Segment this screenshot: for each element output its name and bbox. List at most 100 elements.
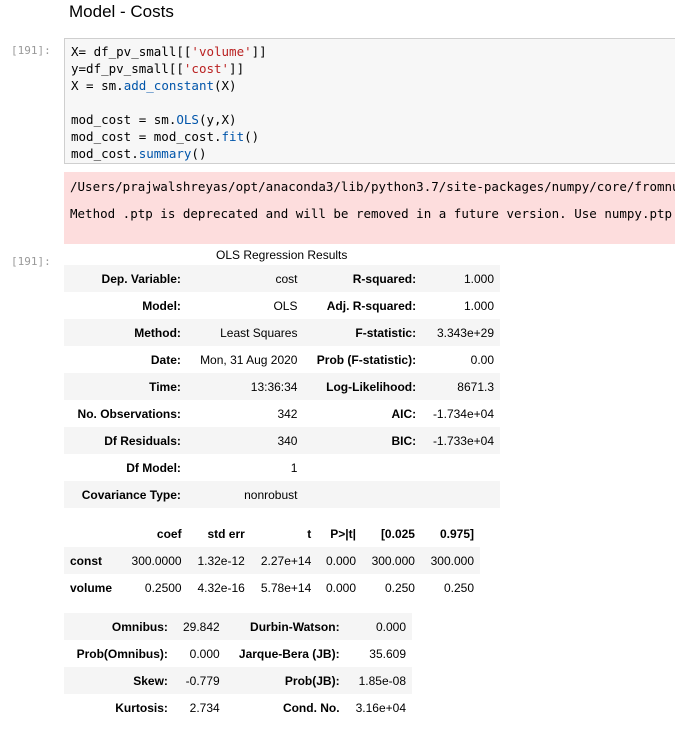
summary-bottom-cell: 3.16e+04 — [355, 700, 406, 715]
summary-top-cell — [422, 481, 500, 508]
summary-bottom-cell: Prob(JB): — [284, 673, 340, 688]
coefficients-cell: 300.0000 — [131, 553, 182, 568]
summary-top-cell: Prob (F-statistic): — [316, 352, 417, 367]
coefficients-cell: const — [70, 553, 103, 568]
coefficients-header-cell: P>|t| — [330, 526, 356, 541]
summary-top-cell: 1.000 — [463, 271, 494, 286]
warning-path: /Users/prajwalshreyas/opt/anaconda3/lib/… — [70, 179, 675, 194]
summary-top-cell — [303, 454, 422, 481]
summary-bottom-cell: Durbin-Watson: — [250, 619, 340, 634]
warning-message: Method .ptp is deprecated and will be re… — [70, 206, 675, 221]
code-line-4: mod_cost = sm.OLS(y,X) — [71, 112, 237, 127]
summary-top-row: Covariance Type: nonrobust — [64, 481, 500, 508]
coefficients-cell: 0.250 — [443, 580, 474, 595]
summary-top-cell: 340 — [277, 433, 298, 448]
coefficients-header-cell: std err — [207, 526, 245, 541]
summary-top-cell: BIC: — [391, 433, 417, 448]
coefficients-cell: volume — [70, 580, 113, 595]
summary-top-cell: nonrobust — [244, 487, 298, 502]
summary-top-cell: F-statistic: — [355, 325, 417, 340]
input-prompt: [191]: — [11, 44, 51, 57]
summary-top-cell: Mon, 31 Aug 2020 — [200, 352, 298, 367]
code-cell[interactable]: X= df_pv_small[['volume']] y=df_pv_small… — [64, 38, 675, 164]
warning-output: /Users/prajwalshreyas/opt/anaconda3/lib/… — [64, 172, 675, 244]
coefficients-cell: 1.32e-12 — [197, 553, 245, 568]
coefficients-row: const 300.0000 1.32e-12 2.27e+14 0.000 300.00… — [64, 547, 480, 574]
coefficients-row: volume 0.2500 4.32e-16 5.78e+14 0.000 0.250 0.… — [64, 574, 480, 601]
coefficients-cell: 0.000 — [325, 580, 356, 595]
summary-top-row: No. Observations: 342 AIC: -1.734e+04 — [64, 400, 500, 427]
summary-bottom-row: Kurtosis: 2.734 Cond. No. 3.16e+04 — [64, 694, 412, 721]
summary-top-cell: 3.343e+29 — [436, 325, 494, 340]
summary-bottom-row: Prob(Omnibus): 0.000 Jarque-Bera (JB): 35.6… — [64, 640, 412, 667]
summary-top-row: Date: Mon, 31 Aug 2020 Prob (F-statistic):… — [64, 346, 500, 373]
summary-bottom-cell: 35.609 — [369, 646, 406, 661]
summary-top-cell: 1 — [290, 460, 298, 475]
summary-bottom-cell: 1.85e-08 — [358, 673, 406, 688]
coefficients-cell: 0.250 — [384, 580, 415, 595]
summary-top-row: Method: Least Squares F-statistic: 3.343e+2… — [64, 319, 500, 346]
summary-top-cell: Method: — [134, 325, 181, 340]
coefficients-header-row: coef std err t P>|t| [0.025 0.975] — [64, 520, 480, 547]
coefficients-cell: 0.2500 — [144, 580, 182, 595]
summary-top-row: Df Residuals: 340 BIC: -1.733e+04 — [64, 427, 500, 454]
summary-bottom-cell: -0.779 — [185, 673, 220, 688]
summary-top-cell: cost — [275, 271, 298, 286]
summary-bottom-row: Skew: -0.779 Prob(JB): 1.85e-08 — [64, 667, 412, 694]
code-line-6: mod_cost.summary() — [71, 146, 207, 161]
summary-top-cell: 8671.3 — [457, 379, 494, 394]
summary-top-cell: AIC: — [391, 406, 417, 421]
summary-top-cell: Time: — [149, 379, 181, 394]
summary-top-cell: No. Observations: — [77, 406, 181, 421]
summary-top-cell: 1.000 — [463, 298, 494, 313]
code-line-1: X= df_pv_small[['volume']] — [71, 44, 267, 59]
summary-bottom-cell: Skew: — [133, 673, 168, 688]
coefficients-cell: 5.78e+14 — [260, 580, 312, 595]
coefficients-header-cell — [64, 520, 122, 547]
summary-top-cell: 13:36:34 — [250, 379, 298, 394]
output-prompt: [191]: — [11, 255, 51, 268]
summary-top-cell: Adj. R-squared: — [326, 298, 417, 313]
summary-top-cell: Covariance Type: — [81, 487, 181, 502]
summary-bottom-cell: 0.000 — [189, 646, 220, 661]
coefficients-header-cell: 0.975] — [439, 526, 474, 541]
summary-bottom-cell: Kurtosis: — [115, 700, 168, 715]
code-line-3: X = sm.add_constant(X) — [71, 78, 237, 93]
summary-bottom-cell: Omnibus: — [111, 619, 168, 634]
summary-top-cell: -1.733e+04 — [432, 433, 494, 448]
summary-top-cell: 0.00 — [470, 352, 494, 367]
summary-top-cell: Model: — [142, 298, 181, 313]
summary-top-row: Df Model: 1 — [64, 454, 500, 481]
summary-top-row: Model: OLS Adj. R-squared: 1.000 — [64, 292, 500, 319]
coefficients-cell: 4.32e-16 — [197, 580, 245, 595]
summary-bottom-cell: Prob(Omnibus): — [76, 646, 168, 661]
summary-bottom-cell: 29.842 — [183, 619, 220, 634]
summary-bottom-cell: 2.734 — [189, 700, 220, 715]
summary-caption: OLS Regression Results — [216, 248, 348, 262]
summary-top-cell — [303, 481, 422, 508]
summary-top-cell — [422, 454, 500, 481]
coefficients-header-cell: coef — [156, 526, 182, 541]
coefficients-cell: 300.000 — [371, 553, 415, 568]
coefficients-cell: 0.000 — [325, 553, 356, 568]
code-line-5: mod_cost = mod_cost.fit() — [71, 129, 260, 144]
summary-top-cell: 342 — [277, 406, 298, 421]
summary-top-cell: Log-Likelihood: — [326, 379, 417, 394]
summary-top-row: Time: 13:36:34 Log-Likelihood: 8671.3 — [64, 373, 500, 400]
coefficients-table: coef std err t P>|t| [0.025 0.975] const 300.00… — [64, 520, 480, 601]
summary-bottom-cell: 0.000 — [375, 619, 406, 634]
summary-top-cell: R-squared: — [352, 271, 417, 286]
summary-top-cell: Df Residuals: — [104, 433, 181, 448]
summary-top-cell: Df Model: — [126, 460, 181, 475]
section-heading: Model - Costs — [69, 2, 174, 21]
summary-bottom-cell: Jarque-Bera (JB): — [238, 646, 340, 661]
summary-top-table: Dep. Variable: cost R-squared: 1.000 Model: O… — [64, 265, 500, 508]
summary-top-cell: -1.734e+04 — [432, 406, 494, 421]
summary-top-cell: OLS — [273, 298, 298, 313]
summary-top-cell: Least Squares — [220, 325, 298, 340]
coefficients-cell: 300.000 — [430, 553, 474, 568]
summary-top-cell: Dep. Variable: — [101, 271, 181, 286]
coefficients-header-cell: t — [307, 526, 312, 541]
summary-top-row: Dep. Variable: cost R-squared: 1.000 — [64, 265, 500, 292]
code-line-2: y=df_pv_small[['cost']] — [71, 61, 245, 76]
